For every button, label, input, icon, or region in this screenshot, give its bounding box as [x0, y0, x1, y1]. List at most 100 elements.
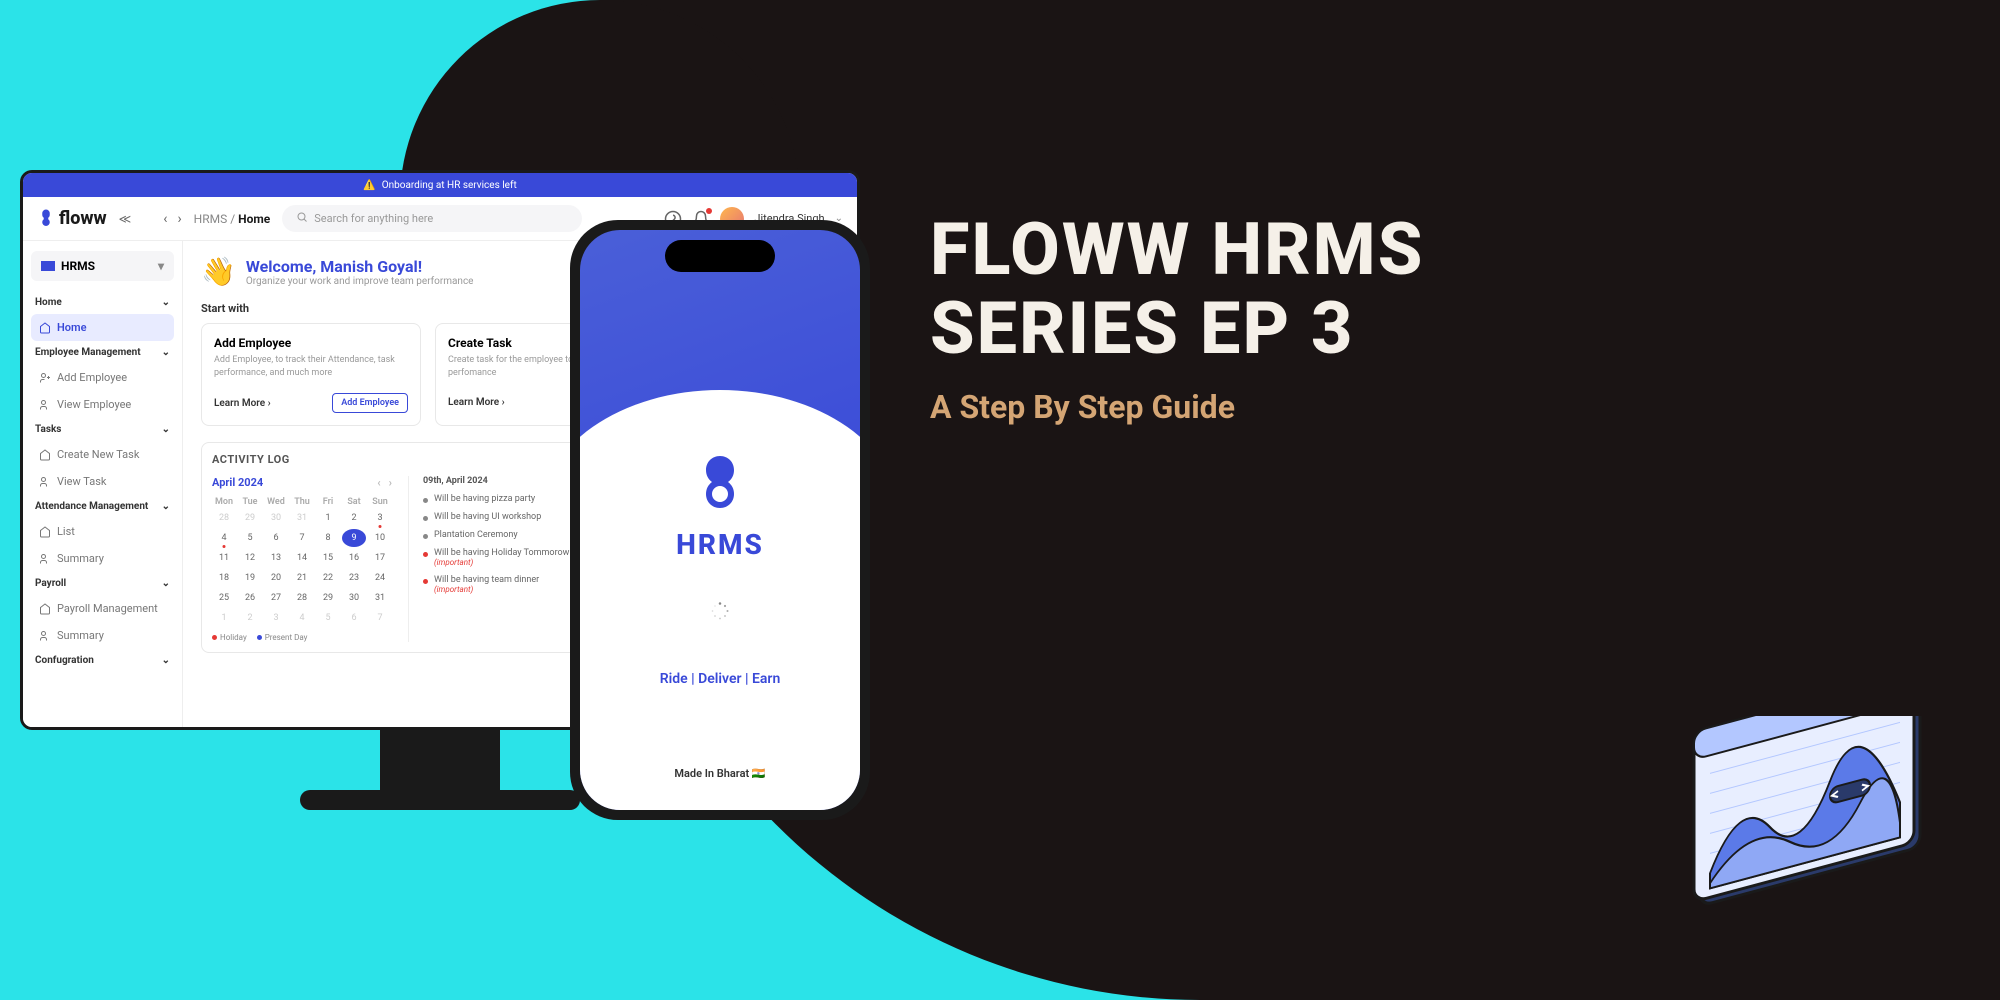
- nav-group-config[interactable]: Confugration⌄: [31, 649, 174, 672]
- welcome-subtitle: Organize your work and improve team perf…: [246, 276, 474, 287]
- sidebar: HRMS ▾ Home⌄ Home Employee Management⌄ A…: [23, 241, 183, 730]
- cal-day[interactable]: 22: [316, 569, 340, 587]
- learn-more-link[interactable]: Learn More ›: [214, 398, 271, 409]
- cal-day[interactable]: 8: [316, 529, 340, 547]
- cal-day[interactable]: 24: [368, 569, 392, 587]
- card-description: Add Employee, to track their Attendance,…: [214, 354, 408, 379]
- forward-button[interactable]: ›: [177, 211, 181, 227]
- cal-day[interactable]: 26: [238, 589, 262, 607]
- cal-day[interactable]: 2: [238, 609, 262, 627]
- phone-tagline: Ride | Deliver | Earn: [660, 671, 781, 687]
- chevron-down-icon: ⌄: [162, 424, 170, 435]
- search-icon: [296, 211, 308, 226]
- cal-dow: Sat: [342, 497, 366, 507]
- chevron-down-icon: ⌄: [162, 501, 170, 512]
- cal-day[interactable]: 16: [342, 549, 366, 567]
- list-icon: [39, 526, 51, 538]
- sidebar-item-attendance-summary[interactable]: Summary: [31, 545, 174, 572]
- cal-prev-button[interactable]: ‹: [377, 476, 380, 489]
- cal-day[interactable]: 6: [342, 609, 366, 627]
- cal-day[interactable]: 10: [368, 529, 392, 547]
- sidebar-item-payroll-summary[interactable]: Summary: [31, 622, 174, 649]
- phone-footer-text: Made In Bharat 🇮🇳: [674, 767, 765, 780]
- cal-day[interactable]: 17: [368, 549, 392, 567]
- sidebar-item-view-task[interactable]: View Task: [31, 468, 174, 495]
- cal-day[interactable]: 15: [316, 549, 340, 567]
- cal-next-button[interactable]: ›: [389, 476, 392, 489]
- back-button[interactable]: ‹: [163, 211, 167, 227]
- sidebar-item-home[interactable]: Home: [31, 314, 174, 341]
- cal-day[interactable]: 29: [316, 589, 340, 607]
- breadcrumb: HRMS / Home: [194, 212, 271, 226]
- cal-dow: Sun: [368, 497, 392, 507]
- cal-day[interactable]: 23: [342, 569, 366, 587]
- nav-group-employee[interactable]: Employee Management⌄: [31, 341, 174, 364]
- cal-day[interactable]: 7: [368, 609, 392, 627]
- cal-day[interactable]: 31: [368, 589, 392, 607]
- chevron-down-icon: ⌄: [162, 578, 170, 589]
- warning-icon: ⚠️: [363, 180, 375, 191]
- sidebar-item-add-employee[interactable]: Add Employee: [31, 364, 174, 391]
- module-name: HRMS: [61, 259, 95, 273]
- cal-day[interactable]: 20: [264, 569, 288, 587]
- cal-day[interactable]: 7: [290, 529, 314, 547]
- sidebar-item-attendance-list[interactable]: List: [31, 518, 174, 545]
- cal-day[interactable]: 30: [342, 589, 366, 607]
- chevron-down-icon: ⌄: [162, 297, 170, 308]
- cal-day[interactable]: 4: [212, 529, 236, 547]
- banner-text: Onboarding at HR services left: [382, 180, 517, 191]
- cal-dow: Wed: [264, 497, 288, 507]
- sidebar-collapse-button[interactable]: ≪: [119, 212, 132, 226]
- module-selector[interactable]: HRMS ▾: [31, 251, 174, 281]
- cal-day[interactable]: 13: [264, 549, 288, 567]
- cal-day[interactable]: 25: [212, 589, 236, 607]
- cal-day[interactable]: 2: [342, 509, 366, 527]
- welcome-user-name: Manish Goyal!: [320, 257, 422, 276]
- cal-day[interactable]: 11: [212, 549, 236, 567]
- cal-day[interactable]: 3: [368, 509, 392, 527]
- sidebar-item-create-task[interactable]: Create New Task: [31, 441, 174, 468]
- cal-day[interactable]: 12: [238, 549, 262, 567]
- cal-day[interactable]: 4: [290, 609, 314, 627]
- cal-day[interactable]: 9: [342, 529, 366, 547]
- user-plus-icon: [39, 372, 51, 384]
- cal-day[interactable]: 30: [264, 509, 288, 527]
- cal-day[interactable]: 29: [238, 509, 262, 527]
- add-employee-button[interactable]: Add Employee: [332, 393, 408, 413]
- nav-group-home[interactable]: Home⌄: [31, 291, 174, 314]
- cal-day[interactable]: 27: [264, 589, 288, 607]
- cal-day[interactable]: 5: [316, 609, 340, 627]
- home-icon: [39, 322, 51, 334]
- nav-group-tasks[interactable]: Tasks⌄: [31, 418, 174, 441]
- event-bullet-icon: [423, 534, 428, 539]
- cal-day[interactable]: 19: [238, 569, 262, 587]
- floww-logo: floww: [37, 207, 107, 231]
- nav-group-payroll[interactable]: Payroll⌄: [31, 572, 174, 595]
- sidebar-item-label: Add Employee: [57, 371, 127, 384]
- chevron-down-icon: ▾: [158, 259, 164, 273]
- phone-app-name: HRMS: [676, 528, 764, 561]
- calendar-legend: Holiday Present Day: [212, 633, 392, 642]
- card-title: Add Employee: [214, 336, 408, 350]
- cal-day[interactable]: 31: [290, 509, 314, 527]
- cal-day[interactable]: 14: [290, 549, 314, 567]
- sidebar-item-payroll-mgmt[interactable]: Payroll Management: [31, 595, 174, 622]
- nav-group-attendance[interactable]: Attendance Management⌄: [31, 495, 174, 518]
- list-icon: [39, 476, 51, 488]
- sidebar-item-view-employee[interactable]: View Employee: [31, 391, 174, 418]
- chevron-down-icon: ⌄: [162, 347, 170, 358]
- cal-day[interactable]: 1: [212, 609, 236, 627]
- cal-day[interactable]: 18: [212, 569, 236, 587]
- event-bullet-icon: [423, 516, 428, 521]
- hero-subtitle: A Step By Step Guide: [930, 388, 1424, 426]
- learn-more-link[interactable]: Learn More ›: [448, 397, 505, 408]
- cal-day[interactable]: 28: [212, 509, 236, 527]
- calendar-grid[interactable]: MonTueWedThuFriSatSun2829303112345678910…: [212, 497, 392, 627]
- cal-day[interactable]: 5: [238, 529, 262, 547]
- cal-day[interactable]: 21: [290, 569, 314, 587]
- cal-day[interactable]: 28: [290, 589, 314, 607]
- search-input[interactable]: Search for anything here: [282, 205, 582, 232]
- cal-day[interactable]: 6: [264, 529, 288, 547]
- cal-day[interactable]: 3: [264, 609, 288, 627]
- cal-day[interactable]: 1: [316, 509, 340, 527]
